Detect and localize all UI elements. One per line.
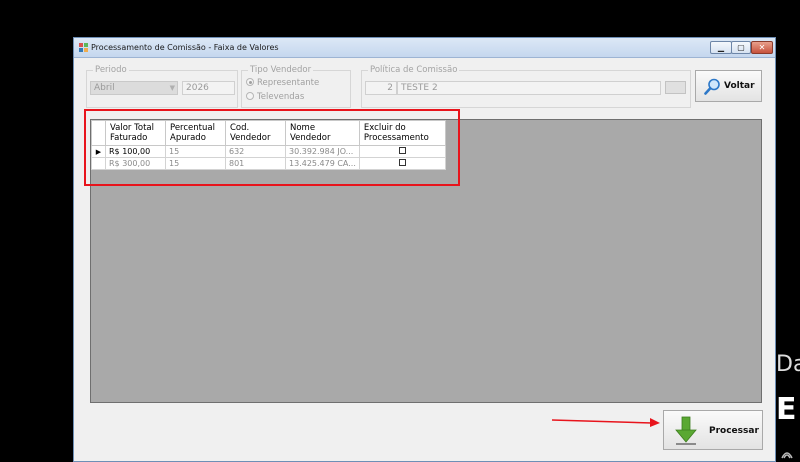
tipo-vendedor-legend: Tipo Vendedor	[248, 65, 314, 75]
politica-name-value: TESTE 2	[401, 83, 438, 93]
title-bar[interactable]: Processamento de Comissão - Faixa de Val…	[74, 38, 775, 58]
politica-code-value: 2	[387, 83, 393, 93]
background-text-2: E	[776, 392, 797, 427]
politica-lookup-button[interactable]	[665, 81, 686, 94]
magnifier-icon	[704, 78, 720, 95]
processar-label: Processar	[709, 426, 759, 436]
chevron-down-icon: ▼	[169, 84, 175, 92]
background-icon	[781, 452, 793, 459]
year-input[interactable]: 2026	[182, 81, 235, 95]
month-select[interactable]: Abril ▼	[90, 81, 178, 95]
periodo-group: Periodo Abril ▼ 2026	[86, 65, 238, 108]
main-window: Processamento de Comissão - Faixa de Val…	[73, 37, 776, 462]
politica-group: Política de Comissão 2 TESTE 2	[361, 65, 691, 108]
voltar-label: Voltar	[724, 81, 755, 91]
annotation-highlight-box	[84, 109, 460, 186]
tipo-vendedor-group: Tipo Vendedor Representante Televendas	[241, 65, 351, 108]
radio-unchecked-icon	[246, 92, 254, 100]
down-arrow-icon	[675, 416, 697, 445]
radio-representante[interactable]: Representante	[246, 78, 319, 88]
app-icon	[79, 43, 88, 52]
close-icon: ✕	[758, 43, 766, 52]
maximize-icon: ▢	[737, 43, 745, 52]
close-button[interactable]: ✕	[751, 41, 773, 54]
window-title: Processamento de Comissão - Faixa de Val…	[91, 43, 279, 52]
month-value: Abril	[94, 83, 115, 93]
radio-televendas[interactable]: Televendas	[246, 92, 304, 102]
radio-representante-label: Representante	[257, 78, 320, 88]
periodo-legend: Periodo	[93, 65, 129, 75]
background-text-1: Da	[776, 352, 800, 377]
voltar-button[interactable]: Voltar	[695, 70, 762, 102]
politica-legend: Política de Comissão	[368, 65, 460, 75]
radio-checked-icon	[246, 78, 254, 86]
year-value: 2026	[186, 83, 209, 93]
annotation-arrow-icon	[552, 418, 660, 427]
minimize-button[interactable]: ▁	[710, 41, 732, 54]
minimize-icon: ▁	[717, 43, 725, 52]
politica-code-input[interactable]: 2	[365, 81, 397, 95]
maximize-button[interactable]: ▢	[731, 41, 751, 54]
politica-name-input[interactable]: TESTE 2	[397, 81, 661, 95]
radio-televendas-label: Televendas	[257, 92, 305, 102]
processar-button[interactable]: Processar	[663, 410, 763, 450]
